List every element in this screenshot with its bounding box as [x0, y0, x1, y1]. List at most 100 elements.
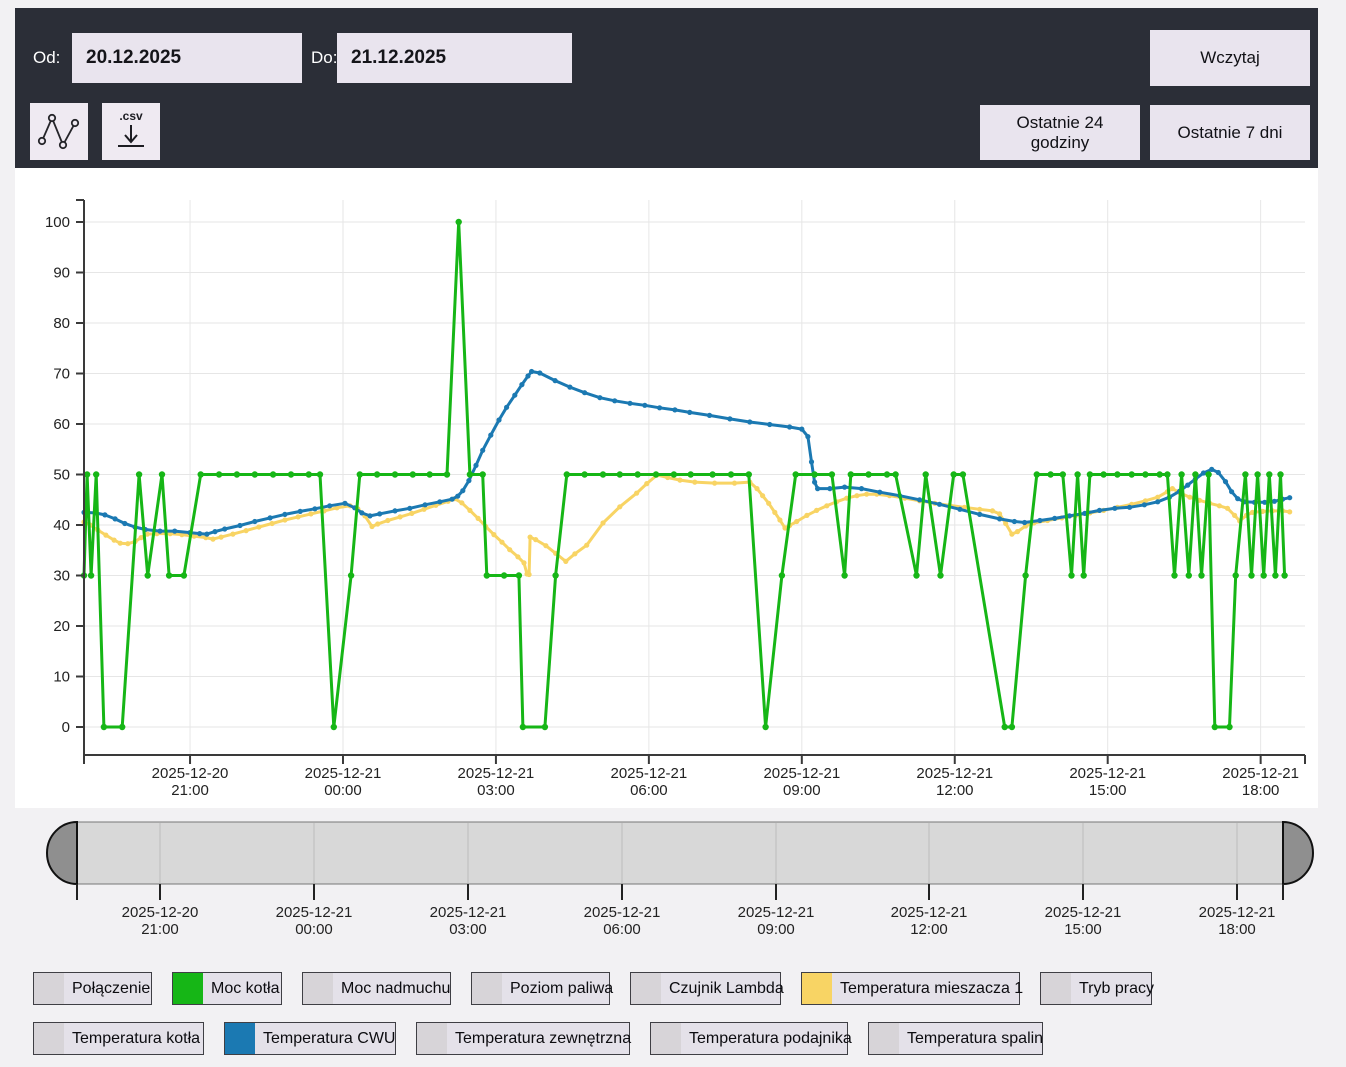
- series-marker-moc-kot-a: [1087, 471, 1093, 477]
- series-marker-temperatura-mieszacza-1: [617, 504, 622, 509]
- series-marker-moc-kot-a: [960, 471, 966, 477]
- axis-tick-label: 2025-12-21: [1045, 904, 1122, 921]
- legend-label: Czujnik Lambda: [661, 973, 792, 1004]
- legend-label: Tryb pracy: [1071, 973, 1162, 1004]
- series-marker-moc-kot-a: [145, 572, 151, 578]
- series-marker-moc-kot-a: [653, 471, 659, 477]
- series-marker-temperatura-mieszacza-1: [772, 510, 777, 515]
- legend-button-temperatura-kotła[interactable]: Temperatura kotła: [33, 1022, 204, 1055]
- legend-button-temperatura-zewnętrzna[interactable]: Temperatura zewnętrzna: [416, 1022, 630, 1055]
- series-marker-temperatura-mieszacza-1: [125, 541, 130, 546]
- axis-tick-label: 2025-12-21: [763, 765, 840, 782]
- series-marker-temperatura-mieszacza-1: [1170, 486, 1175, 491]
- legend-button-moc-kotła[interactable]: Moc kotła: [172, 972, 282, 1005]
- axis-tick-label: 30: [53, 568, 70, 585]
- series-marker-moc-kot-a: [357, 471, 363, 477]
- series-marker-temperatura-mieszacza-1: [804, 513, 809, 518]
- series-marker-temperatura-mieszacza-1: [864, 492, 869, 497]
- series-marker-moc-kot-a: [1198, 572, 1204, 578]
- series-marker-temperatura-cwu: [1209, 467, 1214, 472]
- axis-tick-label: 2025-12-20: [122, 904, 199, 921]
- series-marker-temperatura-cwu: [122, 521, 127, 526]
- series-marker-temperatura-cwu: [1235, 496, 1240, 501]
- series-marker-temperatura-cwu: [172, 529, 177, 534]
- legend-button-połączenie[interactable]: Połączenie: [33, 972, 152, 1005]
- series-marker-temperatura-cwu: [204, 532, 209, 537]
- series-marker-moc-kot-a: [101, 724, 107, 730]
- series-marker-temperatura-cwu: [597, 395, 602, 400]
- series-marker-moc-kot-a: [198, 471, 204, 477]
- series-marker-temperatura-mieszacza-1: [712, 481, 717, 486]
- series-marker-temperatura-cwu: [480, 448, 485, 453]
- series-marker-moc-kot-a: [136, 471, 142, 477]
- series-marker-temperatura-cwu: [1052, 516, 1057, 521]
- series-marker-temperatura-mieszacza-1: [308, 511, 313, 516]
- series-marker-moc-kot-a: [1281, 572, 1287, 578]
- series-marker-temperatura-mieszacza-1: [824, 503, 829, 508]
- series-marker-temperatura-cwu: [504, 405, 509, 410]
- series-marker-temperatura-cwu: [437, 499, 442, 504]
- series-marker-moc-kot-a: [779, 572, 785, 578]
- legend-swatch-inactive: [1041, 973, 1071, 1004]
- scrollbar-track[interactable]: [77, 822, 1283, 884]
- series-marker-temperatura-cwu: [805, 434, 810, 439]
- series-marker-moc-kot-a: [564, 471, 570, 477]
- legend-button-czujnik-lambda[interactable]: Czujnik Lambda: [630, 972, 781, 1005]
- series-marker-moc-kot-a: [480, 471, 486, 477]
- axis-tick-label: 2025-12-21: [738, 904, 815, 921]
- legend-button-temperatura-mieszacza-1[interactable]: Temperatura mieszacza 1: [801, 972, 1020, 1005]
- series-marker-temperatura-cwu: [747, 419, 752, 424]
- series-marker-moc-kot-a: [1226, 724, 1232, 730]
- legend-button-tryb-pracy[interactable]: Tryb pracy: [1040, 972, 1152, 1005]
- legend-label: Temperatura mieszacza 1: [832, 973, 1031, 1004]
- axis-tick-label: 03:00: [449, 921, 487, 938]
- series-marker-moc-kot-a: [234, 471, 240, 477]
- series-marker-moc-kot-a: [166, 572, 172, 578]
- axis-tick-label: 2025-12-21: [891, 904, 968, 921]
- legend-button-moc-nadmuchu[interactable]: Moc nadmuchu: [302, 972, 451, 1005]
- series-marker-temperatura-cwu: [672, 407, 677, 412]
- series-marker-temperatura-cwu: [1229, 489, 1234, 494]
- series-marker-temperatura-mieszacza-1: [385, 518, 390, 523]
- series-marker-moc-kot-a: [88, 572, 94, 578]
- axis-tick-label: 03:00: [477, 782, 515, 799]
- legend-button-poziom-paliwa[interactable]: Poziom paliwa: [471, 972, 610, 1005]
- series-marker-temperatura-mieszacza-1: [533, 537, 538, 542]
- series-marker-moc-kot-a: [1266, 471, 1272, 477]
- series-marker-temperatura-mieszacza-1: [997, 511, 1002, 516]
- series-marker-moc-kot-a: [709, 471, 715, 477]
- series-marker-temperatura-cwu: [799, 427, 804, 432]
- axis-tick-label: 60: [53, 416, 70, 433]
- scrollbar-right-handle[interactable]: [1283, 822, 1313, 884]
- series-marker-moc-kot-a: [288, 471, 294, 477]
- series-marker-temperatura-mieszacza-1: [244, 528, 249, 533]
- legend-button-temperatura-podajnika[interactable]: Temperatura podajnika: [650, 1022, 848, 1055]
- axis-tick-label: 10: [53, 669, 70, 686]
- series-marker-temperatura-mieszacza-1: [210, 537, 215, 542]
- scrollbar-left-handle[interactable]: [47, 822, 77, 884]
- axis-tick-label: 18:00: [1218, 921, 1256, 938]
- axis-tick-label: 09:00: [757, 921, 795, 938]
- legend-button-temperatura-cwu[interactable]: Temperatura CWU: [224, 1022, 396, 1055]
- series-marker-temperatura-mieszacza-1: [528, 535, 533, 540]
- series-marker-moc-kot-a: [520, 724, 526, 730]
- series-marker-moc-kot-a: [600, 471, 606, 477]
- series-marker-temperatura-cwu: [1272, 499, 1277, 504]
- series-marker-temperatura-mieszacza-1: [282, 517, 287, 522]
- series-marker-moc-kot-a: [392, 471, 398, 477]
- axis-tick-label: 2025-12-20: [152, 765, 229, 782]
- series-marker-temperatura-mieszacza-1: [692, 480, 697, 485]
- series-marker-temperatura-mieszacza-1: [1225, 506, 1230, 511]
- series-marker-temperatura-cwu: [252, 519, 257, 524]
- series-marker-temperatura-mieszacza-1: [1287, 509, 1292, 514]
- axis-tick-label: 21:00: [141, 921, 179, 938]
- series-marker-temperatura-cwu: [827, 486, 832, 491]
- series-marker-temperatura-cwu: [359, 510, 364, 515]
- axis-tick-label: 2025-12-21: [916, 765, 993, 782]
- legend-button-temperatura-spalin[interactable]: Temperatura spalin: [868, 1022, 1043, 1055]
- series-marker-temperatura-mieszacza-1: [521, 560, 526, 565]
- series-marker-moc-kot-a: [1129, 471, 1135, 477]
- series-marker-temperatura-cwu: [567, 385, 572, 390]
- series-marker-temperatura-cwu: [222, 526, 227, 531]
- series-marker-temperatura-mieszacza-1: [296, 514, 301, 519]
